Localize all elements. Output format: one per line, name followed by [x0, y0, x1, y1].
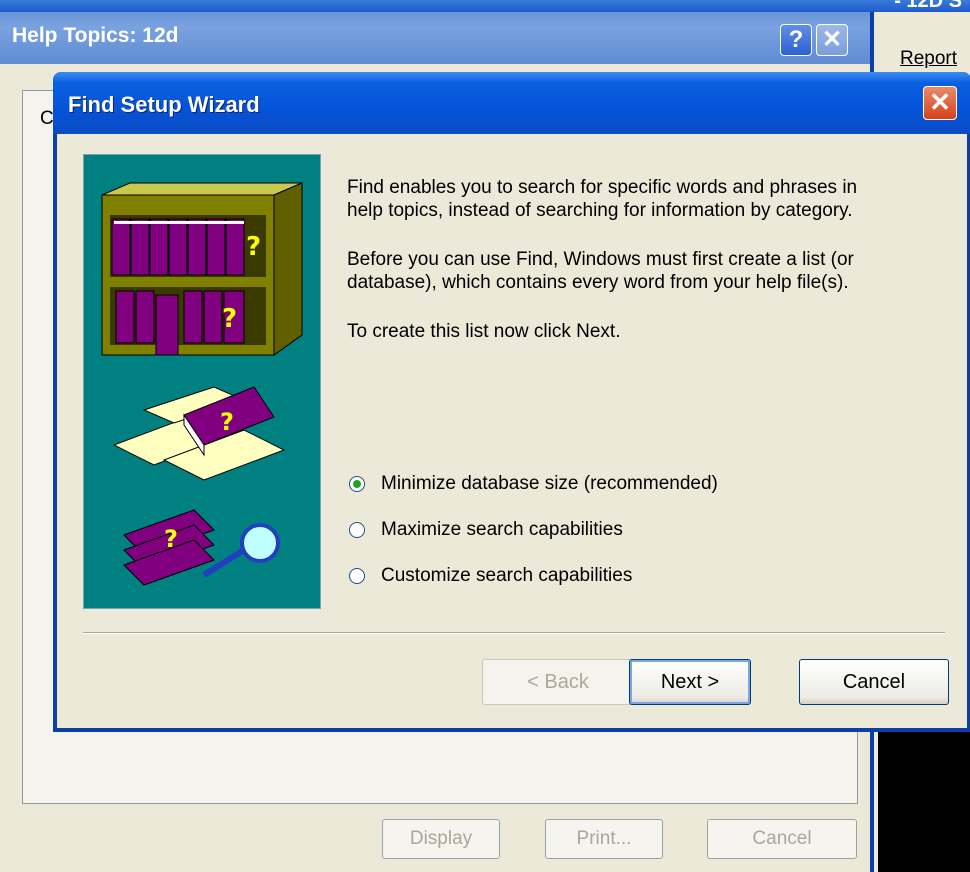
svg-text:?: ? — [222, 304, 237, 334]
find-setup-wizard-dialog: Find Setup Wizard ✕ ? ? ? ? Find enables… — [53, 72, 970, 732]
wizard-title: Find Setup Wizard — [68, 92, 260, 117]
wizard-illustration: ? ? ? ? — [83, 154, 321, 609]
help-cancel-button[interactable]: Cancel — [707, 819, 857, 859]
radio-button[interactable] — [349, 522, 365, 538]
wizard-close-button[interactable]: ✕ — [923, 86, 957, 120]
background-titlebar: - 12D S — [0, 0, 970, 12]
books-magnifier-icon: ? — [123, 509, 280, 586]
help-window-title: Help Topics: 12d — [12, 24, 179, 47]
background-content — [878, 730, 970, 872]
divider — [83, 632, 945, 634]
papers-book-icon: ? — [112, 386, 286, 481]
tab-contents[interactable]: C — [40, 108, 54, 130]
radio-button[interactable] — [349, 476, 365, 492]
bookshelf-icon: ? ? — [101, 182, 303, 356]
display-button[interactable]: Display — [382, 819, 500, 859]
wizard-description: Find enables you to search for specific … — [347, 176, 887, 369]
help-window-close-button[interactable]: ✕ — [816, 24, 848, 56]
svg-text:?: ? — [220, 408, 234, 436]
option-label: Maximize search capabilities — [381, 519, 623, 540]
wizard-titlebar[interactable]: Find Setup Wizard ✕ — [53, 72, 970, 134]
option-label: Customize search capabilities — [381, 565, 633, 586]
option-label: Minimize database size (recommended) — [381, 473, 718, 494]
help-button[interactable]: ? — [780, 24, 812, 56]
print-button[interactable]: Print... — [545, 819, 663, 859]
next-button[interactable]: Next > — [629, 659, 751, 705]
option-maximize-search[interactable]: Maximize search capabilities — [349, 517, 623, 543]
wizard-body: ? ? ? ? Find enables you to search for s… — [57, 134, 967, 728]
cancel-button[interactable]: Cancel — [799, 659, 949, 705]
svg-text:?: ? — [246, 232, 261, 262]
back-button[interactable]: < Back — [482, 659, 634, 705]
wizard-paragraph-3: To create this list now click Next. — [347, 321, 621, 342]
help-window-titlebar[interactable]: Help Topics: 12d ? ✕ — [0, 12, 870, 64]
option-customize-search[interactable]: Customize search capabilities — [349, 563, 632, 589]
radio-button[interactable] — [349, 568, 365, 584]
menu-report[interactable]: Report — [900, 48, 957, 70]
background-title: - 12D S — [894, 0, 962, 12]
svg-text:?: ? — [164, 525, 178, 553]
wizard-paragraph-1: Find enables you to search for specific … — [347, 177, 858, 221]
wizard-paragraph-2: Before you can use Find, Windows must fi… — [347, 249, 854, 293]
option-minimize-database[interactable]: Minimize database size (recommended) — [349, 471, 718, 497]
